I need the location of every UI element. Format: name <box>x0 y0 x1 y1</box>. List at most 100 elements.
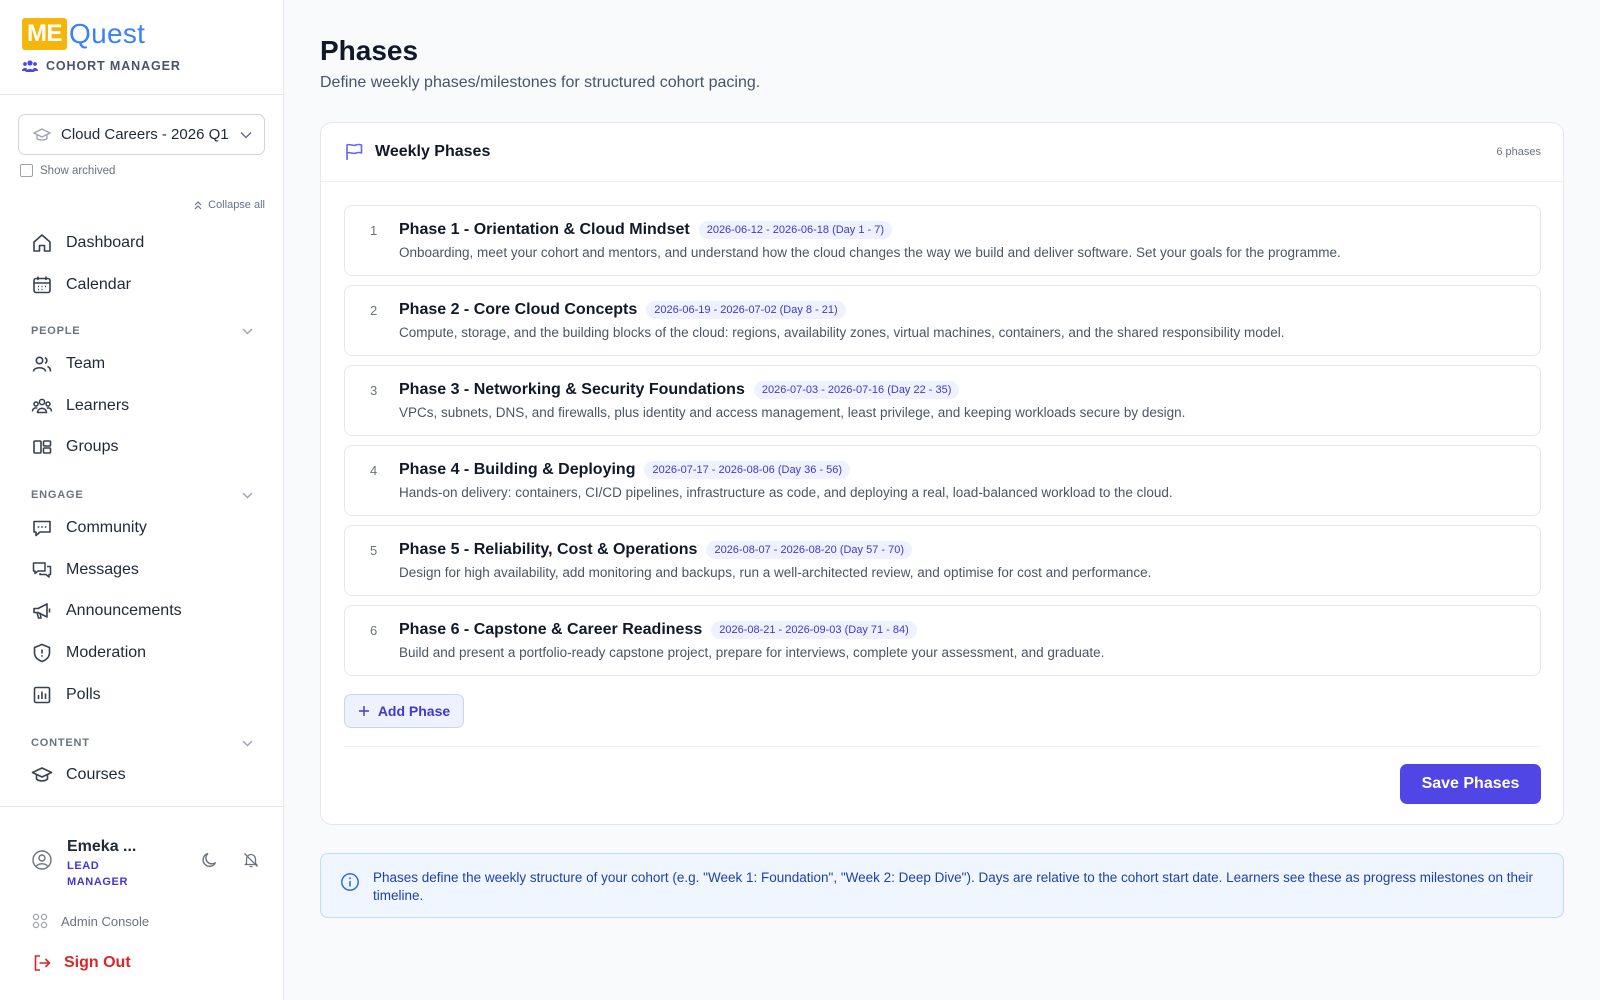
section-people-label: PEOPLE <box>31 325 81 337</box>
nav-item-community[interactable]: Community <box>30 515 147 541</box>
chevron-down-icon <box>240 131 252 139</box>
phase-name: Phase 5 - Reliability, Cost & Operations <box>399 541 698 558</box>
shield-icon <box>30 641 54 665</box>
page-title: Phases <box>320 35 419 66</box>
calendar-icon <box>30 273 54 297</box>
info-callout: Phases define the weekly structure of yo… <box>320 853 1564 918</box>
phase-number: 6 <box>370 623 378 638</box>
section-engage-label: ENGAGE <box>31 489 84 501</box>
nav-item-messages[interactable]: Messages <box>30 557 139 583</box>
save-phases-button[interactable]: Save Phases <box>1400 764 1541 804</box>
phase-count: 6 phases <box>1496 146 1541 158</box>
nav-item-team[interactable]: Team <box>30 351 105 377</box>
nav-item-groups[interactable]: Groups <box>30 434 118 460</box>
phase-name: Phase 6 - Capstone & Career Readiness <box>399 621 703 638</box>
phase-number: 5 <box>370 543 378 558</box>
nav-item-label: Community <box>66 519 147 536</box>
grid-icon <box>32 913 48 929</box>
phase-row[interactable]: 4 Phase 4 - Building & Deploying 2026-07-… <box>344 445 1541 516</box>
sign-out-button[interactable]: Sign Out <box>32 953 131 973</box>
cohort-select[interactable]: Cloud Careers - 2026 Q1 <box>18 114 265 155</box>
phase-row[interactable]: 3 Phase 3 - Networking & Security Founda… <box>344 365 1541 436</box>
nav-item-courses[interactable]: Courses <box>30 762 126 788</box>
user-actions <box>201 851 260 869</box>
phase-row[interactable]: 5 Phase 5 - Reliability, Cost & Operatio… <box>344 525 1541 596</box>
phase-name: Phase 2 - Core Cloud Concepts <box>399 301 638 318</box>
collapse-all-button[interactable]: Collapse all <box>193 199 265 211</box>
nav-item-label: Learners <box>66 397 130 414</box>
section-content[interactable]: CONTENT <box>31 737 253 749</box>
nav-item-polls[interactable]: Polls <box>30 682 101 708</box>
nav-item-dashboard[interactable]: Dashboard <box>30 230 144 256</box>
phase-name: Phase 1 - Orientation & Cloud Mindset <box>399 221 690 238</box>
logo-me: ME <box>22 18 67 50</box>
admin-console-link[interactable]: Admin Console <box>32 913 149 929</box>
nav-item-learners[interactable]: Learners <box>30 393 129 419</box>
phase-date-badge: 2026-06-12 - 2026-06-18 (Day 1 - 7) <box>698 221 893 239</box>
graduation-cap-icon <box>30 763 54 787</box>
team-icon <box>30 352 54 376</box>
phase-row[interactable]: 1 Phase 1 - Orientation & Cloud Mindset 2… <box>344 205 1541 276</box>
phase-number: 3 <box>370 383 378 398</box>
app-logo[interactable]: ME Quest <box>22 18 261 50</box>
nav-item-label: Groups <box>66 438 119 455</box>
home-icon <box>30 231 54 255</box>
phase-date-badge: 2026-07-17 - 2026-08-06 (Day 36 - 56) <box>644 461 851 479</box>
phase-date-badge: 2026-08-07 - 2026-08-20 (Day 57 - 70) <box>706 541 913 559</box>
chevrons-up-icon <box>194 201 202 210</box>
nav-item-calendar[interactable]: Calendar <box>30 272 131 298</box>
show-archived-label: Show archived <box>40 164 116 177</box>
user-role-line2: MANAGER <box>67 876 129 888</box>
weekly-phases-card: Weekly Phases 6 phases 1 Phase 1 - Orien… <box>320 122 1564 825</box>
moon-icon[interactable] <box>201 851 219 869</box>
user-profile[interactable]: Emeka ... LEAD MANAGER <box>31 837 137 890</box>
megaphone-icon <box>30 599 54 623</box>
nav-item-label: Polls <box>66 686 101 703</box>
nav-item-moderation[interactable]: Moderation <box>30 640 146 666</box>
add-phase-button[interactable]: Add Phase <box>344 694 464 728</box>
nav-item-label: Moderation <box>66 644 147 661</box>
collapse-all-label: Collapse all <box>208 199 265 211</box>
messages-icon <box>30 558 54 582</box>
chat-bubble-icon <box>30 516 54 540</box>
sidebar: ME Quest COHORT MANAGER Cloud Careers - … <box>0 0 284 1000</box>
nav-item-label: Announcements <box>66 602 182 619</box>
users-icon <box>22 60 38 72</box>
nav-item-label: Dashboard <box>66 234 145 251</box>
phase-description: Design for high availability, add monito… <box>399 565 1152 580</box>
groups-icon <box>30 435 54 459</box>
section-people[interactable]: PEOPLE <box>31 325 253 337</box>
phase-date-badge: 2026-06-19 - 2026-07-02 (Day 8 - 21) <box>646 301 846 319</box>
phase-name: Phase 4 - Building & Deploying <box>399 461 636 478</box>
chevron-down-icon <box>242 492 253 498</box>
phase-description: Build and present a portfolio-ready caps… <box>399 645 1105 660</box>
nav-item-label: Courses <box>66 766 126 783</box>
phase-date-badge: 2026-08-21 - 2026-09-03 (Day 71 - 84) <box>711 621 917 639</box>
nav-item-label: Messages <box>66 561 139 578</box>
user-avatar-icon <box>32 850 52 870</box>
nav-item-label: Calendar <box>66 276 131 293</box>
section-engage[interactable]: ENGAGE <box>31 489 253 501</box>
bell-off-icon[interactable] <box>242 851 260 869</box>
phase-number: 4 <box>370 463 378 478</box>
card-title: Weekly Phases <box>375 143 491 160</box>
bar-chart-icon <box>30 683 54 707</box>
chevron-down-icon <box>242 328 253 334</box>
admin-console-label: Admin Console <box>61 913 150 929</box>
chevron-down-icon <box>242 740 253 746</box>
phase-name: Phase 3 - Networking & Security Foundati… <box>399 381 745 398</box>
phase-description: Hands-on delivery: containers, CI/CD pip… <box>399 485 1173 500</box>
page-subtitle: Define weekly phases/milestones for stru… <box>320 74 761 91</box>
phase-description: Onboarding, meet your cohort and mentors… <box>399 245 1341 260</box>
cohort-select-value: Cloud Careers - 2026 Q1 <box>61 126 229 143</box>
section-content-label: CONTENT <box>31 737 90 749</box>
show-archived-checkbox[interactable] <box>20 164 33 177</box>
sign-out-icon <box>34 955 51 971</box>
phase-row[interactable]: 6 Phase 6 - Capstone & Career Readiness 2… <box>344 605 1541 676</box>
phase-description: Compute, storage, and the building block… <box>399 325 1285 340</box>
graduation-cap-icon <box>33 127 51 141</box>
nav-item-announcements[interactable]: Announcements <box>30 598 182 624</box>
user-role-line1: LEAD <box>67 860 100 872</box>
show-archived-toggle[interactable]: Show archived <box>20 164 115 177</box>
phase-row[interactable]: 2 Phase 2 - Core Cloud Concepts 2026-06-1… <box>344 285 1541 356</box>
